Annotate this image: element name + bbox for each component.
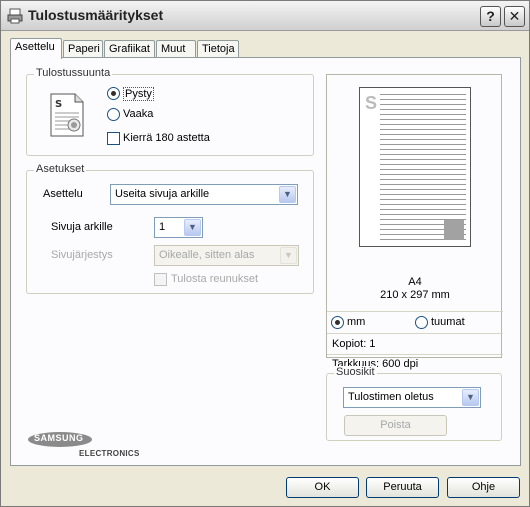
divider [327, 333, 503, 334]
unit-inch-label[interactable]: tuumat [431, 316, 465, 328]
copies-text: Kopiot: 1 [332, 338, 376, 350]
help-button[interactable]: Ohje [447, 477, 520, 498]
unit-inch-radio[interactable] [415, 316, 428, 329]
paper-name: A4 [408, 276, 422, 288]
tab-other[interactable]: Muut [156, 40, 196, 58]
favorites-select[interactable]: Tulostimen oletus ▼ [343, 387, 481, 408]
pages-per-sheet-select[interactable]: 1 ▼ [154, 217, 203, 238]
svg-text:S: S [55, 99, 62, 110]
page-thumbnail: S [359, 87, 471, 247]
favorites-group: Suosikit Tulostimen oletus ▼ Poista [326, 366, 502, 441]
page-order-value: Oikealle, sitten alas [159, 249, 255, 261]
title-bar: Tulostusmääritykset ? ✕ [1, 1, 529, 31]
rotate-180-checkbox[interactable] [107, 132, 120, 145]
samsung-logo: SAMSUNG ELECTRONICS [27, 431, 140, 461]
tab-about[interactable]: Tietoja [197, 40, 239, 58]
close-button[interactable]: ✕ [504, 6, 525, 27]
page-text-lines [380, 94, 466, 240]
portrait-label[interactable]: Pysty [123, 87, 154, 101]
orientation-group: Tulostussuunta S Pysty Vaaka Kierrä 180 … [26, 67, 314, 156]
unit-mm-radio[interactable] [331, 316, 344, 329]
chevron-down-icon: ▼ [280, 247, 297, 264]
favorites-value: Tulostimen oletus [348, 391, 434, 403]
cancel-button[interactable]: Peruuta [366, 477, 439, 498]
page-preview-panel: S A4 210 x 297 mm mm tuumat Kopiot: 1 Ta… [326, 74, 503, 370]
tab-layout[interactable]: Asettelu [10, 38, 62, 59]
delete-favorite-button[interactable]: Poista [344, 415, 447, 436]
window-title: Tulostusmääritykset [28, 7, 164, 23]
logo-text: SAMSUNG [34, 433, 84, 443]
samsung-s-icon: S [365, 93, 378, 113]
unit-mm-label[interactable]: mm [347, 316, 365, 328]
pages-per-sheet-label: Sivuja arkille [51, 221, 113, 233]
print-borders-checkbox[interactable] [154, 273, 167, 286]
favorites-group-title: Suosikit [334, 366, 377, 378]
image-placeholder-icon [444, 220, 464, 240]
divider [327, 311, 503, 312]
orientation-group-title: Tulostussuunta [34, 67, 113, 79]
chevron-down-icon: ▼ [462, 389, 479, 406]
layout-panel: Tulostussuunta S Pysty Vaaka Kierrä 180 … [10, 57, 521, 466]
pages-per-sheet-value: 1 [159, 221, 166, 233]
portrait-document-icon: S [50, 93, 84, 137]
print-borders-label[interactable]: Tulosta reunukset [171, 273, 258, 285]
layout-type-value: Useita sivuja arkille [115, 188, 210, 200]
tab-paper[interactable]: Paperi [63, 40, 103, 58]
settings-group-title: Asetukset [34, 163, 87, 175]
portrait-radio[interactable] [107, 87, 120, 100]
landscape-label[interactable]: Vaaka [123, 108, 153, 120]
page-order-label: Sivujärjestys [51, 249, 113, 261]
settings-group: Asetukset Asettelu Useita sivuja arkille… [26, 163, 314, 294]
ok-button[interactable]: OK [286, 477, 359, 498]
print-preferences-window: Tulostusmääritykset ? ✕ Asettelu Paperi … [0, 0, 530, 507]
chevron-down-icon: ▼ [279, 186, 296, 203]
page-order-select[interactable]: Oikealle, sitten alas ▼ [154, 245, 299, 266]
logo-subtext: ELECTRONICS [79, 449, 140, 458]
divider [327, 354, 503, 355]
tab-graphics[interactable]: Grafiikat [104, 40, 155, 58]
landscape-radio[interactable] [107, 108, 120, 121]
chevron-down-icon: ▼ [184, 219, 201, 236]
rotate-180-label[interactable]: Kierrä 180 astetta [123, 132, 210, 144]
paper-dimensions: 210 x 297 mm [380, 289, 450, 301]
printer-icon [7, 8, 23, 24]
layout-type-label: Asettelu [43, 188, 83, 200]
help-title-button[interactable]: ? [480, 6, 501, 27]
layout-type-select[interactable]: Useita sivuja arkille ▼ [110, 184, 298, 205]
